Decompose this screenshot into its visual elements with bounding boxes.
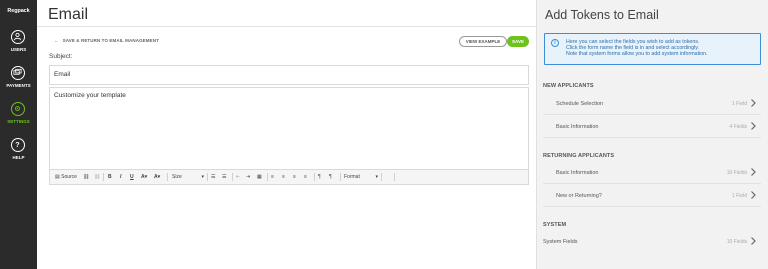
italic-button[interactable]: I: [120, 173, 121, 181]
info-box: i Here you can select the fields you wis…: [544, 33, 761, 65]
token-field-count: 10 Fields: [726, 239, 747, 245]
tokens-panel: Add Tokens to Email i Here you can selec…: [536, 0, 768, 269]
arrow-left-icon: ←: [54, 38, 59, 43]
format-select[interactable]: Format ▾: [344, 173, 378, 181]
page-title: Email: [48, 6, 89, 23]
token-row-basic-information[interactable]: Basic Information 4 Fields: [543, 116, 761, 138]
subject-input[interactable]: Email: [49, 65, 529, 85]
main-nav: Regpack USERS PAYMENTS SETTINGS ? HELP: [0, 0, 37, 269]
toolbar-separator: [314, 173, 315, 181]
section-heading-returning-applicants: RETURNING APPLICANTS: [543, 153, 615, 159]
unlink-icon[interactable]: ⛓: [94, 173, 100, 181]
toolbar-separator: [394, 173, 395, 181]
settings-icon: [11, 102, 25, 116]
token-row-basic-information[interactable]: Basic Information 10 Fields: [543, 162, 761, 184]
nav-item-payments[interactable]: PAYMENTS: [0, 66, 37, 92]
format-label: Format: [344, 174, 360, 180]
main-panel: Email ← SAVE & RETURN TO EMAIL MANAGEMENT…: [37, 0, 536, 269]
source-button[interactable]: ▤ Source: [55, 173, 77, 181]
nav-item-help[interactable]: ? HELP: [0, 138, 37, 164]
token-row-schedule-selection[interactable]: Schedule Selection 1 Field: [543, 93, 761, 115]
chevron-down-icon: ▾: [201, 174, 204, 180]
toolbar-separator: [103, 173, 104, 181]
chevron-right-icon: [751, 191, 756, 199]
token-form-name: Schedule Selection: [556, 101, 604, 107]
token-form-name: New or Returning?: [556, 193, 602, 199]
subject-label: Subject:: [49, 53, 73, 60]
nav-item-label: USERS: [10, 47, 27, 52]
token-row-system-fields[interactable]: System Fields 10 Fields: [543, 231, 761, 253]
save-and-return-label: SAVE & RETURN TO EMAIL MANAGEMENT: [62, 38, 159, 43]
info-icon: i: [551, 39, 559, 47]
table-icon[interactable]: ▦: [257, 173, 262, 181]
source-icon: ▤: [55, 174, 60, 180]
chevron-down-icon: ▾: [375, 174, 378, 180]
source-label: Source: [61, 174, 77, 180]
bulleted-list-icon[interactable]: ☰: [222, 173, 226, 181]
outdent-icon[interactable]: ⇤: [236, 173, 240, 181]
chevron-right-icon: [751, 99, 756, 107]
svg-text:?: ?: [15, 140, 19, 149]
app: Regpack USERS PAYMENTS SETTINGS ? HELP E…: [0, 0, 768, 269]
toolbar-separator: [207, 173, 208, 181]
toolbar-separator: [381, 173, 382, 181]
text-color-button[interactable]: A▾: [141, 173, 147, 181]
section-heading-system: SYSTEM: [543, 222, 567, 228]
token-form-name: System Fields: [543, 239, 578, 245]
align-center-icon[interactable]: ≡: [282, 173, 285, 181]
underline-button[interactable]: U: [130, 173, 134, 181]
token-form-name: Basic Information: [556, 170, 599, 176]
info-line: Note that system forms allow you to add …: [566, 51, 708, 58]
token-field-count: 1 Field: [731, 101, 747, 107]
save-and-return-link[interactable]: ← SAVE & RETURN TO EMAIL MANAGEMENT: [54, 38, 159, 43]
nav-item-users[interactable]: USERS: [0, 30, 37, 56]
rtl-icon[interactable]: ¶: [329, 173, 332, 181]
info-text: Here you can select the fields you wish …: [566, 39, 708, 58]
toolbar-separator: [232, 173, 233, 181]
nav-item-label: SETTINGS: [7, 119, 30, 124]
save-button[interactable]: SAVE: [507, 36, 529, 47]
background-color-button[interactable]: A▾: [154, 173, 160, 181]
nav-item-settings[interactable]: SETTINGS: [0, 102, 37, 128]
toolbar-separator: [267, 173, 268, 181]
token-row-new-or-returning[interactable]: New or Returning? 1 Field: [543, 185, 761, 207]
token-field-count: 1 Field: [731, 193, 747, 199]
rich-text-editor: Customize your template ▤ Source ⛓ ⛓ B I…: [49, 87, 529, 185]
bold-button[interactable]: B: [108, 173, 112, 181]
chevron-right-icon: [751, 168, 756, 176]
divider: [37, 26, 536, 27]
payments-icon: [11, 66, 25, 80]
chevron-right-icon: [751, 122, 756, 130]
view-example-button[interactable]: VIEW EXAMPLE: [459, 36, 507, 47]
editor-content-area[interactable]: Customize your template: [50, 88, 528, 169]
token-field-count: 10 Fields: [726, 170, 747, 176]
token-field-count: 4 Fields: [729, 124, 747, 130]
chevron-right-icon: [751, 237, 756, 245]
token-form-name: Basic Information: [556, 124, 599, 130]
numbered-list-icon[interactable]: ☰: [211, 173, 215, 181]
ltr-icon[interactable]: ¶: [318, 173, 321, 181]
editor-toolbar: ▤ Source ⛓ ⛓ B I U A▾ A▾ Size ▾ ☰ ☰ ⇤ ⇥ ▦…: [50, 169, 528, 184]
panel-title: Add Tokens to Email: [545, 8, 659, 22]
toolbar-separator: [340, 173, 341, 181]
size-label: Size: [172, 174, 182, 180]
align-justify-icon[interactable]: ≡: [304, 173, 307, 181]
toolbar-separator: [167, 173, 168, 181]
user-icon: [11, 30, 25, 44]
link-icon[interactable]: ⛓: [83, 173, 89, 181]
section-heading-new-applicants: NEW APPLICANTS: [543, 83, 594, 89]
indent-icon[interactable]: ⇥: [246, 173, 250, 181]
align-right-icon[interactable]: ≡: [293, 173, 296, 181]
align-left-icon[interactable]: ≡: [271, 173, 274, 181]
nav-item-label: HELP: [12, 155, 25, 160]
nav-item-label: PAYMENTS: [6, 83, 31, 88]
size-select[interactable]: Size ▾: [172, 173, 204, 181]
help-icon: ?: [11, 138, 25, 152]
logo: Regpack: [7, 8, 30, 14]
